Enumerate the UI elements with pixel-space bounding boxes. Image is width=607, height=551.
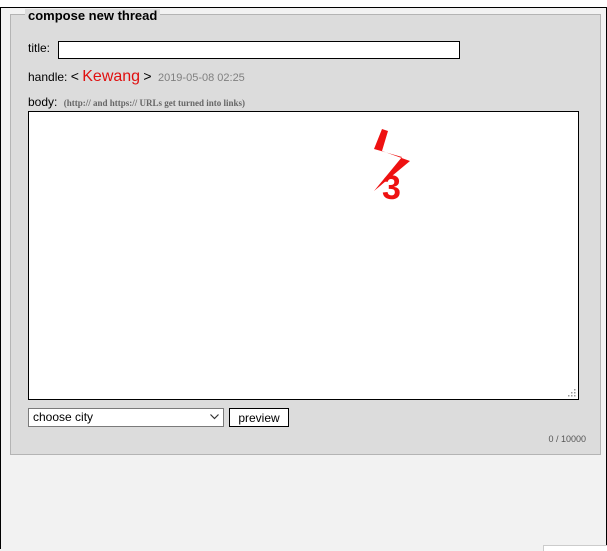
preview-button[interactable]: preview [229, 408, 289, 427]
svg-text:3: 3 [382, 169, 401, 201]
city-select[interactable]: choose city [28, 408, 224, 427]
body-hint: (http:// and https:// URLs get turned in… [63, 98, 245, 108]
body-label: body: [28, 95, 58, 109]
body-textarea[interactable]: 3 [28, 111, 579, 400]
handle-timestamp: 2019-05-08 02:25 [157, 72, 245, 84]
handle-row: handle: < Kewang > 2019-05-08 02:25 [28, 68, 245, 86]
body-label-row: body: (http:// and https:// URLs get tur… [28, 95, 245, 109]
chevron-down-icon [210, 414, 219, 420]
character-counter: 0 / 10000 [548, 434, 586, 444]
top-bar [0, 0, 607, 8]
form-legend: compose new thread [25, 9, 161, 23]
bottom-corner-tab [543, 545, 607, 551]
title-label: title: [28, 41, 51, 55]
compose-thread-form: compose new thread title: handle: < Kewa… [10, 9, 601, 455]
title-input[interactable] [58, 41, 460, 59]
handle-open-bracket: < [70, 68, 79, 84]
handle-label: handle: [28, 70, 68, 84]
handle-close-bracket: > [143, 68, 152, 84]
lightning-3-logo: 3 [374, 129, 410, 201]
resize-grip-icon[interactable] [568, 389, 576, 397]
handle-name: Kewang [82, 68, 141, 85]
city-select-value: choose city [33, 410, 94, 424]
